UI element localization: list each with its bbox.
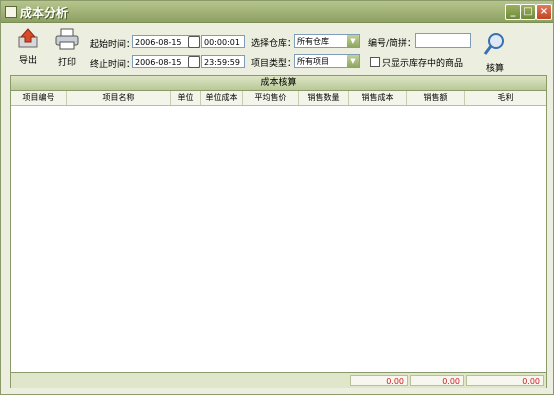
category-label: 项目类型： [251,59,297,69]
calculate-button[interactable]: 核算 [482,32,508,74]
totals-bar: 0.00 0.00 0.00 [11,372,546,388]
category-select[interactable]: 所有项目 ▼ [294,54,360,68]
cost-analysis-window: 成本分析 _ □ × 导出 打印 起始时间： 2006-08-15 00:00:… [0,0,554,395]
magnifier-icon [483,33,504,55]
maximize-button[interactable]: □ [520,4,536,20]
category-select-value: 所有项目 [297,57,329,66]
title-bar[interactable]: 成本分析 _ □ × [1,1,553,23]
column-header-unit[interactable]: 单位 [171,91,201,105]
total-gross-profit: 0.00 [466,375,544,386]
print-label: 打印 [57,58,76,68]
export-icon [18,28,38,48]
stock-only-label: 只显示库存中的商品 [382,59,464,69]
start-time-field[interactable]: 00:00:01 [201,35,245,48]
column-header-item-name[interactable]: 项目名称 [67,91,171,105]
calc-label: 核算 [485,64,504,74]
minimize-button[interactable]: _ [505,4,521,20]
export-button[interactable]: 导出 [15,28,41,66]
chevron-down-icon[interactable]: ▼ [347,55,359,67]
stock-only-checkbox[interactable] [370,57,380,67]
printer-icon [55,28,79,50]
panel-title: 成本核算 [11,76,546,91]
export-label: 导出 [18,56,37,66]
table-body[interactable] [11,106,546,372]
column-header-unit-cost[interactable]: 单位成本 [201,91,243,105]
warehouse-select[interactable]: 所有仓库 ▼ [294,34,360,48]
start-time-label: 起始时间： [90,40,136,50]
start-date-picker-button[interactable] [188,36,200,48]
app-icon [5,6,17,18]
end-date-picker-button[interactable] [188,56,200,68]
column-header-sales-qty[interactable]: 销售数量 [299,91,349,105]
end-time-label: 终止时间： [90,60,136,70]
column-header-avg-price[interactable]: 平均售价 [243,91,299,105]
print-button[interactable]: 打印 [54,28,80,68]
close-button[interactable]: × [536,4,552,20]
cost-accounting-panel: 成本核算 项目编号 项目名称 单位 单位成本 平均售价 销售数量 销售成本 销售… [10,75,547,388]
warehouse-label: 选择仓库： [251,39,297,49]
column-header-item-code[interactable]: 项目编号 [11,91,67,105]
table-header: 项目编号 项目名称 单位 单位成本 平均售价 销售数量 销售成本 销售额 毛利 [11,91,546,106]
code-label: 编号/简拼： [368,39,417,49]
warehouse-select-value: 所有仓库 [297,37,329,46]
column-header-sales-cost[interactable]: 销售成本 [349,91,407,105]
window-title: 成本分析 [20,6,69,20]
total-sales-amount: 0.00 [410,375,464,386]
code-search-input[interactable] [415,33,471,48]
column-header-gross-profit[interactable]: 毛利 [465,91,546,105]
total-sales-cost: 0.00 [350,375,408,386]
chevron-down-icon[interactable]: ▼ [347,35,359,47]
end-time-field[interactable]: 23:59:59 [201,55,245,68]
column-header-sales-amount[interactable]: 销售额 [407,91,465,105]
